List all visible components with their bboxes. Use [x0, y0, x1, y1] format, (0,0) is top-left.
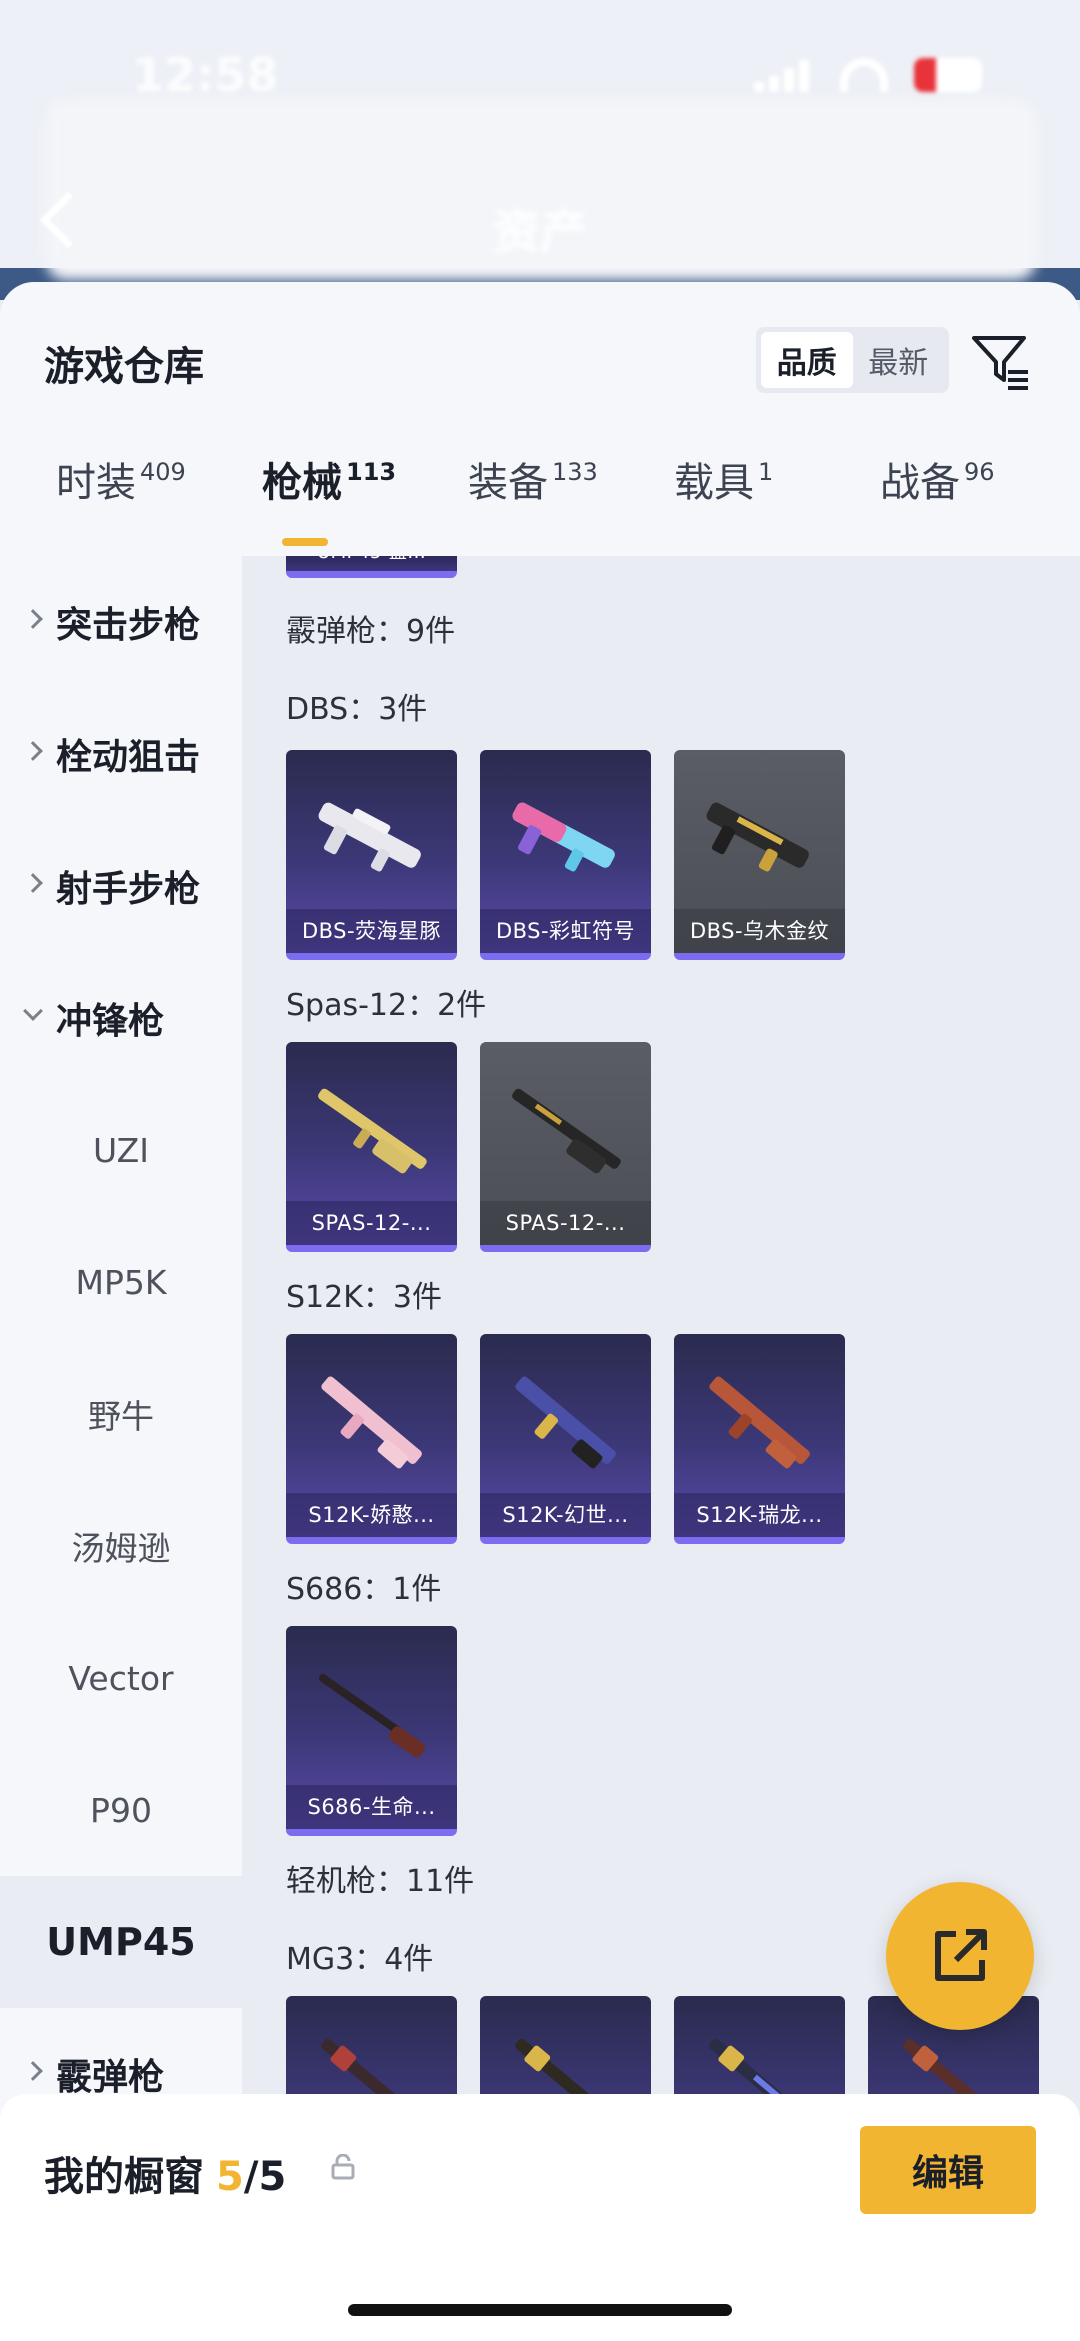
gun-image — [318, 1088, 427, 1174]
weapon-card[interactable]: DBS-乌木金纹 — [674, 750, 845, 960]
group-header-mg3: MG3：4件 — [286, 1942, 434, 1977]
chevron-right-icon — [23, 2061, 43, 2081]
sort-toggle: 品质 最新 — [756, 327, 949, 393]
group-header-s686: S686：1件 — [286, 1572, 442, 1607]
edit-button[interactable]: 编辑 — [860, 2126, 1036, 2214]
wifi-icon — [840, 58, 888, 92]
showcase-total-count: /5 — [243, 2154, 287, 2200]
sort-newest-button[interactable]: 最新 — [853, 332, 945, 388]
weapon-card[interactable]: S686-生命... — [286, 1626, 457, 1836]
gun-image — [512, 1088, 621, 1174]
chevron-down-icon — [23, 1001, 43, 1021]
gun-image — [512, 802, 615, 872]
tab-supplies[interactable]: 战备 96 — [880, 450, 995, 508]
weapon-card-name: DBS-彩虹符号 — [480, 909, 651, 953]
group-header-s12k: S12K：3件 — [286, 1280, 442, 1315]
weapon-card[interactable]: S12K-娇憨... — [286, 1334, 457, 1544]
weapon-card[interactable]: SPAS-12-... — [480, 1042, 651, 1252]
chevron-right-icon — [23, 873, 43, 893]
chevron-right-icon — [23, 741, 43, 761]
chevron-right-icon — [23, 609, 43, 629]
nav-title: 资产 — [491, 204, 588, 260]
sidebar-item-p90[interactable]: P90 — [0, 1744, 242, 1876]
status-time: 12:58 — [132, 48, 279, 102]
group-header-lmg: 轻机枪：11件 — [286, 1864, 475, 1899]
gun-image — [706, 802, 809, 872]
weapon-card[interactable]: S12K-幻世... — [480, 1334, 651, 1544]
weapon-card-name: SPAS-12-... — [480, 1201, 651, 1245]
share-button[interactable] — [886, 1882, 1034, 2030]
weapon-card[interactable]: DBS-荧海星豚 — [286, 750, 457, 960]
sidebar-item-thompson[interactable]: 汤姆逊 — [0, 1480, 242, 1612]
group-header-shotgun: 霰弹枪：9件 — [286, 614, 456, 649]
weapon-card-name: DBS-荧海星豚 — [286, 909, 457, 953]
group-header-spas12: Spas-12：2件 — [286, 988, 487, 1023]
sidebar-item-bolt[interactable]: 栓动狙击 — [0, 688, 242, 820]
weapon-card[interactable]: DBS-彩虹符号 — [480, 750, 651, 960]
home-indicator — [348, 2304, 732, 2316]
weapon-card-name: S12K-娇憨... — [286, 1493, 457, 1537]
weapon-card-name: SPAS-12-... — [286, 1201, 457, 1245]
weapon-card-name: S12K-瑞龙... — [674, 1493, 845, 1537]
weapon-category-sidebar: 突击步枪 栓动狙击 射手步枪 冲锋枪 UZI MP5K 野牛 汤姆逊 Vecto… — [0, 556, 242, 2341]
weapon-card[interactable]: SPAS-12-... — [286, 1042, 457, 1252]
battery-icon — [914, 58, 982, 92]
bottom-bar: 我的橱窗 5 /5 编辑 — [0, 2094, 1080, 2341]
sidebar-item-mp5k[interactable]: MP5K — [0, 1216, 242, 1348]
tab-fashion[interactable]: 时装 409 — [56, 450, 186, 508]
gun-image — [515, 1376, 616, 1469]
weapon-card-name: S12K-幻世... — [480, 1493, 651, 1537]
tab-vehicles[interactable]: 载具 1 — [674, 450, 773, 508]
gun-image — [321, 1376, 422, 1469]
gun-image — [318, 802, 421, 872]
signal-icon — [754, 58, 814, 92]
weapon-content-list: UMP45-蓝... 霰弹枪：9件 DBS：3件 DBS-荧海星豚 DBS-彩虹… — [242, 556, 1080, 2341]
sidebar-item-vector[interactable]: Vector — [0, 1612, 242, 1744]
sidebar-item-uzi[interactable]: UZI — [0, 1084, 242, 1216]
category-tabs: 时装 409 枪械 113 装备 133 载具 1 战备 96 — [0, 450, 1080, 556]
active-tab-indicator — [282, 538, 328, 546]
gun-image — [318, 1673, 426, 1758]
sidebar-item-marksman[interactable]: 射手步枪 — [0, 820, 242, 952]
weapon-card-name: DBS-乌木金纹 — [674, 909, 845, 953]
tab-guns[interactable]: 枪械 113 — [262, 450, 396, 508]
group-header-dbs: DBS：3件 — [286, 692, 428, 727]
tab-equipment[interactable]: 装备 133 — [468, 450, 598, 508]
showcase-label: 我的橱窗 5 /5 — [44, 2154, 287, 2200]
weapon-card[interactable]: S12K-瑞龙... — [674, 1334, 845, 1544]
sidebar-item-bison[interactable]: 野牛 — [0, 1348, 242, 1480]
weapon-card-name: UMP45-蓝... — [286, 556, 457, 571]
showcase-used-count: 5 — [216, 2154, 244, 2200]
sidebar-item-ump45[interactable]: UMP45 — [0, 1876, 242, 2008]
weapon-card[interactable]: UMP45-蓝... — [286, 556, 457, 578]
filter-icon[interactable] — [970, 330, 1032, 392]
weapon-card-name: S686-生命... — [286, 1785, 457, 1829]
sidebar-item-smg[interactable]: 冲锋枪 — [0, 952, 242, 1084]
sidebar-item-assault[interactable]: 突击步枪 — [0, 556, 242, 688]
share-icon — [935, 1929, 987, 1981]
sort-quality-button[interactable]: 品质 — [761, 332, 853, 388]
lock-icon — [331, 2154, 355, 2180]
sheet-title: 游戏仓库 — [44, 344, 204, 390]
status-icons — [754, 58, 982, 92]
gun-image — [709, 1376, 810, 1469]
